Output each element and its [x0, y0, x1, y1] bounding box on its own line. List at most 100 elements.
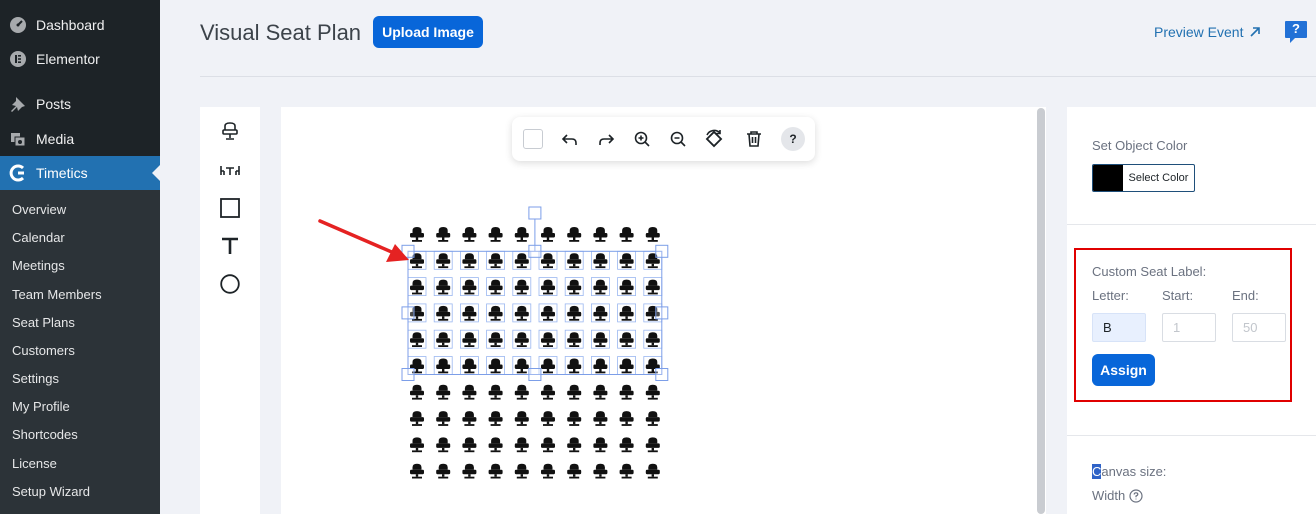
seat-icon[interactable] — [410, 463, 424, 479]
seat-icon[interactable] — [488, 227, 503, 242]
seat-icon[interactable] — [436, 332, 451, 347]
seat-icon[interactable] — [619, 227, 634, 242]
info-icon[interactable] — [1129, 488, 1143, 503]
seat-icon[interactable] — [645, 437, 660, 453]
seat-icon[interactable] — [436, 279, 451, 295]
seat-icon[interactable] — [488, 332, 503, 347]
seat-icon[interactable] — [593, 332, 608, 347]
seat-icon[interactable] — [462, 437, 477, 453]
seat-icon[interactable] — [541, 384, 555, 400]
resize-handle[interactable] — [401, 368, 415, 381]
seat-icon[interactable] — [514, 227, 529, 242]
seat-icon[interactable] — [488, 358, 503, 374]
seat-icon[interactable] — [541, 437, 555, 453]
seat-icon[interactable] — [462, 227, 477, 242]
seat-icon[interactable] — [436, 411, 451, 426]
seat-icon[interactable] — [488, 384, 503, 400]
seat-icon[interactable] — [567, 358, 582, 374]
seat-icon[interactable] — [619, 332, 634, 347]
seat-icon[interactable] — [593, 437, 608, 453]
resize-handle[interactable] — [655, 306, 669, 320]
assign-button[interactable]: Assign — [1092, 354, 1155, 386]
end-input[interactable] — [1232, 313, 1286, 342]
seat-icon[interactable] — [593, 253, 608, 269]
seat-icon[interactable] — [436, 358, 451, 374]
seat-icon[interactable] — [436, 227, 451, 242]
seat-icon[interactable] — [567, 411, 582, 426]
seat-icon[interactable] — [514, 437, 529, 453]
start-input[interactable] — [1162, 313, 1216, 342]
seat-icon[interactable] — [593, 305, 608, 321]
seat-icon[interactable] — [541, 332, 555, 347]
seat-icon[interactable] — [488, 305, 503, 321]
resize-handle[interactable] — [655, 368, 669, 381]
resize-handle[interactable] — [528, 244, 542, 258]
seat-icon[interactable] — [541, 253, 555, 269]
seat-icon[interactable] — [645, 411, 660, 426]
seat-icon[interactable] — [514, 463, 529, 479]
seat-icon[interactable] — [567, 279, 582, 295]
seat-icon[interactable] — [488, 253, 503, 269]
seat-icon[interactable] — [462, 253, 477, 269]
seat-icon[interactable] — [567, 332, 582, 347]
seat-icon[interactable] — [488, 463, 503, 479]
seat-icon[interactable] — [645, 227, 660, 242]
seat-icon[interactable] — [436, 384, 451, 400]
seat-icon[interactable] — [462, 305, 477, 321]
seat-icon[interactable] — [436, 437, 451, 453]
seat-icon[interactable] — [514, 384, 529, 400]
seat-icon[interactable] — [541, 358, 555, 374]
seat-icon[interactable] — [514, 305, 529, 321]
seat-icon[interactable] — [410, 332, 424, 347]
seat-icon[interactable] — [619, 463, 634, 479]
resize-handle[interactable] — [528, 368, 542, 381]
seat-icon[interactable] — [645, 332, 660, 347]
seat-icon[interactable] — [514, 279, 529, 295]
seat-icon[interactable] — [645, 279, 660, 295]
rotation-handle[interactable] — [528, 206, 542, 220]
seat-icon[interactable] — [619, 437, 634, 453]
seat-icon[interactable] — [645, 463, 660, 479]
seat-icon[interactable] — [619, 411, 634, 426]
seat-icon[interactable] — [619, 358, 634, 374]
seat-icon[interactable] — [541, 463, 555, 479]
seat-icon[interactable] — [619, 253, 634, 269]
seat-icon[interactable] — [541, 305, 555, 321]
seat-icon[interactable] — [619, 279, 634, 295]
seat-icon[interactable] — [593, 463, 608, 479]
seat-icon[interactable] — [541, 227, 555, 242]
seat-icon[interactable] — [514, 411, 529, 426]
seat-icon[interactable] — [488, 279, 503, 295]
seat-icon[interactable] — [410, 279, 424, 295]
resize-handle[interactable] — [401, 306, 415, 320]
seat-icon[interactable] — [410, 437, 424, 453]
seat-icon[interactable] — [593, 279, 608, 295]
seat-icon[interactable] — [462, 332, 477, 347]
seat-icon[interactable] — [593, 411, 608, 426]
seat-icon[interactable] — [567, 437, 582, 453]
seat-icon[interactable] — [645, 384, 660, 400]
seat-icon[interactable] — [619, 305, 634, 321]
seat-icon[interactable] — [593, 227, 608, 242]
seat-icon[interactable] — [436, 305, 451, 321]
seat-icon[interactable] — [436, 253, 451, 269]
seat-icon[interactable] — [567, 253, 582, 269]
seat-icon[interactable] — [462, 411, 477, 426]
seat-icon[interactable] — [541, 279, 555, 295]
seat-icon[interactable] — [567, 227, 582, 242]
seat-icon[interactable] — [619, 384, 634, 400]
seat-icon[interactable] — [593, 358, 608, 374]
seat-icon[interactable] — [462, 358, 477, 374]
seat-icon[interactable] — [436, 463, 451, 479]
seat-icon[interactable] — [488, 437, 503, 453]
seat-icon[interactable] — [410, 227, 424, 242]
seat-icon[interactable] — [567, 463, 582, 479]
seat-icon[interactable] — [410, 411, 424, 426]
seat-icon[interactable] — [567, 305, 582, 321]
resize-handle[interactable] — [655, 244, 669, 258]
letter-input[interactable] — [1092, 313, 1146, 342]
seat-icon[interactable] — [514, 332, 529, 347]
seat-icon[interactable] — [462, 384, 477, 400]
seat-icon[interactable] — [462, 279, 477, 295]
seat-icon[interactable] — [488, 411, 503, 426]
